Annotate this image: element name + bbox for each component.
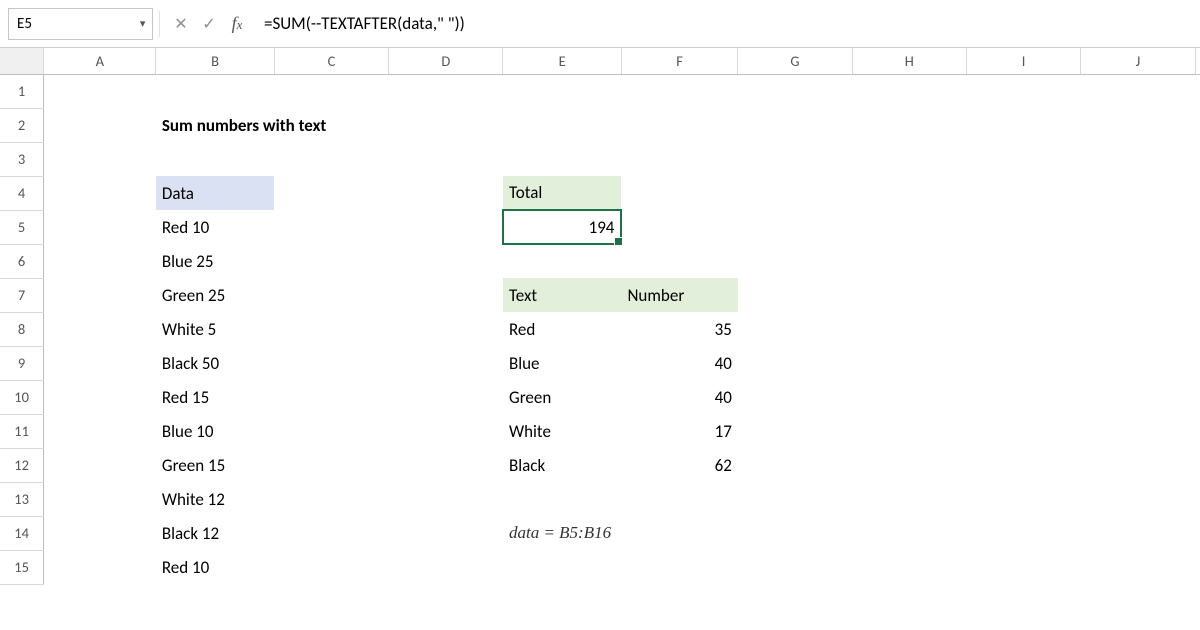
col-header-K[interactable]: K — [1195, 48, 1200, 74]
summary-header-text: Text — [503, 278, 621, 312]
formula-bar: ▾ ✕ ✓ fx — [0, 0, 1200, 48]
summary-number[interactable]: 62 — [621, 448, 737, 482]
data-cell[interactable]: Blue 10 — [156, 414, 274, 448]
summary-number[interactable]: 17 — [621, 414, 737, 448]
row-header-1[interactable]: 1 — [0, 74, 44, 108]
col-header-F[interactable]: F — [621, 48, 737, 74]
data-cell[interactable]: Red 10 — [156, 210, 274, 244]
data-cell[interactable]: Blue 25 — [156, 244, 274, 278]
select-all-corner[interactable] — [0, 48, 44, 74]
row-header-12[interactable]: 12 — [0, 448, 44, 482]
row-header-6[interactable]: 6 — [0, 244, 44, 278]
sheet-table[interactable]: A B C D E F G H I J K 1 2 Sum numbers wi… — [0, 48, 1200, 585]
formula-bar-icons: ✕ ✓ fx — [166, 13, 252, 34]
summary-number[interactable]: 40 — [621, 346, 737, 380]
row-header-10[interactable]: 10 — [0, 380, 44, 414]
col-header-H[interactable]: H — [852, 48, 966, 74]
summary-header-number: Number — [621, 278, 737, 312]
formula-input[interactable] — [258, 9, 1192, 39]
data-cell[interactable]: White 5 — [156, 312, 274, 346]
chevron-down-icon[interactable]: ▾ — [133, 17, 152, 30]
data-cell[interactable]: Red 15 — [156, 380, 274, 414]
divider — [159, 11, 160, 37]
total-value[interactable]: 194 — [504, 211, 620, 243]
summary-text[interactable]: Black — [503, 448, 621, 482]
col-header-J[interactable]: J — [1081, 48, 1195, 74]
summary-text[interactable]: White — [503, 414, 621, 448]
col-header-C[interactable]: C — [274, 48, 388, 74]
row-header-13[interactable]: 13 — [0, 482, 44, 516]
summary-text[interactable]: Green — [503, 380, 621, 414]
column-header-row: A B C D E F G H I J K — [0, 48, 1200, 74]
summary-text[interactable]: Red — [503, 312, 621, 346]
page-title: Sum numbers with text — [156, 108, 503, 142]
col-header-D[interactable]: D — [389, 48, 503, 74]
col-header-A[interactable]: A — [44, 48, 156, 74]
data-cell[interactable]: Red 10 — [156, 550, 274, 584]
col-header-E[interactable]: E — [503, 48, 621, 74]
data-header: Data — [156, 176, 274, 210]
col-header-B[interactable]: B — [156, 48, 274, 74]
cancel-icon[interactable]: ✕ — [172, 14, 190, 34]
row-header-4[interactable]: 4 — [0, 176, 44, 210]
name-box[interactable]: ▾ — [8, 8, 153, 40]
col-header-I[interactable]: I — [966, 48, 1080, 74]
data-cell[interactable]: Green 25 — [156, 278, 274, 312]
cell-reference-input[interactable] — [9, 13, 133, 35]
row-header-3[interactable]: 3 — [0, 142, 44, 176]
fx-icon[interactable]: fx — [228, 13, 246, 34]
row-header-14[interactable]: 14 — [0, 516, 44, 550]
enter-icon[interactable]: ✓ — [200, 14, 218, 34]
row-header-8[interactable]: 8 — [0, 312, 44, 346]
summary-number[interactable]: 35 — [621, 312, 737, 346]
data-cell[interactable]: Green 15 — [156, 448, 274, 482]
row-header-2[interactable]: 2 — [0, 108, 44, 142]
range-note: data = B5:B16 — [503, 516, 852, 550]
summary-text[interactable]: Blue — [503, 346, 621, 380]
row-header-9[interactable]: 9 — [0, 346, 44, 380]
row-header-11[interactable]: 11 — [0, 414, 44, 448]
data-cell[interactable]: Black 50 — [156, 346, 274, 380]
row-header-15[interactable]: 15 — [0, 550, 44, 584]
summary-number[interactable]: 40 — [621, 380, 737, 414]
col-header-G[interactable]: G — [738, 48, 852, 74]
total-label: Total — [503, 176, 621, 209]
row-header-7[interactable]: 7 — [0, 278, 44, 312]
spreadsheet-grid: A B C D E F G H I J K 1 2 Sum numbers wi… — [0, 48, 1200, 585]
data-cell[interactable]: White 12 — [156, 482, 274, 516]
row-header-5[interactable]: 5 — [0, 210, 44, 244]
data-cell[interactable]: Black 12 — [156, 516, 274, 550]
